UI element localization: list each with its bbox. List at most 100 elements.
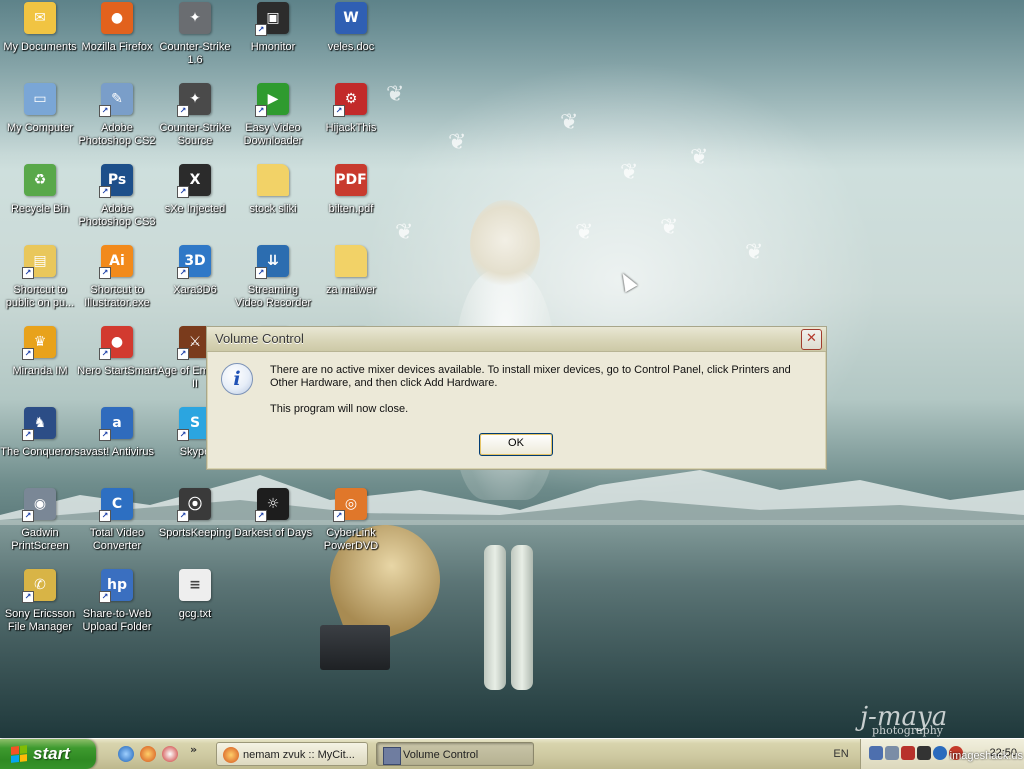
desktop-icon[interactable]: ✆ ↗ Sony Ericsson File Manager bbox=[0, 569, 80, 634]
shortcut-arrow-icon: ↗ bbox=[177, 510, 189, 522]
shortcut-arrow-icon: ↗ bbox=[255, 510, 267, 522]
desktop-icon[interactable]: stock sliki bbox=[233, 164, 313, 216]
shortcut-arrow-icon: ↗ bbox=[255, 105, 267, 117]
network-tray-icon[interactable] bbox=[869, 746, 883, 760]
display-tray-icon[interactable] bbox=[885, 746, 899, 760]
desktop-icon-label: My Documents bbox=[3, 41, 77, 53]
language-indicator[interactable]: EN bbox=[822, 739, 860, 769]
wallpaper-boot bbox=[484, 545, 506, 690]
counter-strike-source-icon: ✦ ↗ bbox=[177, 83, 211, 117]
desktop-icon[interactable]: ☼ ↗ Darkest of Days bbox=[233, 488, 313, 540]
shortcut-arrow-icon: ↗ bbox=[177, 267, 189, 279]
pdf-document-icon: PDF bbox=[335, 164, 367, 196]
shortcut-arrow-icon: ↗ bbox=[177, 348, 189, 360]
desktop-icon[interactable]: Wveles.doc bbox=[311, 2, 391, 54]
antivirus-tray-icon[interactable] bbox=[933, 746, 947, 760]
printscreen-icon: ◉ ↗ bbox=[22, 488, 56, 522]
desktop-icon[interactable]: ⚙ ↗ HijackThis bbox=[311, 83, 391, 135]
desktop-icon[interactable]: ✎ ↗ Adobe Photoshop CS2 bbox=[77, 83, 157, 148]
desktop-icon-label: Adobe Photoshop CS2 bbox=[78, 122, 156, 147]
shortcut-arrow-icon: ↗ bbox=[22, 348, 34, 360]
volume-control-dialog: Volume Control ✕ i There are no active m… bbox=[206, 326, 827, 470]
desktop-icon[interactable]: ⇊ ↗ Streaming Video Recorder bbox=[233, 245, 313, 310]
taskbar-button-firefox[interactable]: nemam zvuk :: MyCit... bbox=[216, 742, 368, 766]
folder-icon bbox=[257, 164, 289, 196]
nero-quicklaunch-icon[interactable] bbox=[162, 746, 178, 762]
darkest-of-days-icon: ☼ ↗ bbox=[255, 488, 289, 522]
desktop-icon[interactable]: ✉ My Documents bbox=[0, 2, 80, 54]
xara3d-icon: 3D ↗ bbox=[177, 245, 211, 279]
desktop-icon[interactable]: ▤ ↗ Shortcut to public on pu... bbox=[0, 245, 80, 310]
desktop-icon-label: Hmonitor bbox=[250, 41, 296, 53]
close-button[interactable]: ✕ bbox=[801, 329, 822, 350]
task-label: nemam zvuk :: MyCit... bbox=[243, 749, 355, 761]
desktop-icon-label: Xara3D6 bbox=[173, 284, 217, 296]
desktop-icon[interactable]: ▶ ↗ Easy Video Downloader bbox=[233, 83, 313, 148]
folder-documents-icon: ✉ bbox=[24, 2, 56, 34]
desktop-icon[interactable]: Ai ↗ Shortcut to Illustrator.exe bbox=[77, 245, 157, 310]
desktop-icon[interactable]: a ↗ avast! Antivirus bbox=[77, 407, 157, 459]
desktop-icon[interactable]: ≡ gcg.txt bbox=[155, 569, 235, 621]
dialog-message: There are no active mixer devices availa… bbox=[270, 364, 791, 389]
shortcut-arrow-icon: ↗ bbox=[22, 591, 34, 603]
signature-subtext: photography bbox=[872, 724, 943, 737]
start-label: start bbox=[33, 744, 70, 763]
desktop-icon-label: Total Video Converter bbox=[89, 527, 145, 552]
task-label: Volume Control bbox=[403, 749, 479, 761]
start-button[interactable]: start bbox=[0, 739, 96, 769]
desktop-icon-label: avast! Antivirus bbox=[80, 446, 154, 458]
sportskeeping-icon: ⦿ ↗ bbox=[177, 488, 211, 522]
desktop-icon[interactable]: Ps ↗ Adobe Photoshop CS3 bbox=[77, 164, 157, 229]
powerdvd-icon: ◎ ↗ bbox=[333, 488, 367, 522]
desktop-icon[interactable]: ♞ ↗ The Conquerors bbox=[0, 407, 80, 459]
shortcut-arrow-icon: ↗ bbox=[22, 267, 34, 279]
desktop-icon-label: Adobe Photoshop CS3 bbox=[78, 203, 156, 228]
desktop-icon[interactable]: za malwer bbox=[311, 245, 391, 297]
desktop-icon[interactable]: ◎ ↗ CyberLink PowerDVD bbox=[311, 488, 391, 553]
video-downloader-icon: ▶ ↗ bbox=[255, 83, 289, 117]
desktop-icon[interactable]: X ↗ sXe Injected bbox=[155, 164, 235, 216]
hp-share-icon: hp ↗ bbox=[99, 569, 133, 603]
desktop-icon[interactable]: ● ↗ Nero StartSmart bbox=[77, 326, 157, 378]
quicklaunch-chevron-icon[interactable]: » bbox=[190, 743, 197, 756]
desktop-icon-label: SportsKeeping bbox=[158, 527, 232, 539]
desktop-icon[interactable]: C ↗ Total Video Converter bbox=[77, 488, 157, 553]
monitor-tray-icon[interactable] bbox=[917, 746, 931, 760]
desktop-icon[interactable]: ♛ ↗ Miranda IM bbox=[0, 326, 80, 378]
desktop-icon[interactable]: ◉ ↗ Gadwin PrintScreen bbox=[0, 488, 80, 553]
sxe-injected-icon: X ↗ bbox=[177, 164, 211, 198]
information-icon: i bbox=[221, 363, 253, 395]
firefox-icon bbox=[223, 747, 239, 763]
nero-icon: ● ↗ bbox=[99, 326, 133, 360]
desktop-icon[interactable]: ✦ Counter-Strike 1.6 bbox=[155, 2, 235, 67]
desktop-icon[interactable]: hp ↗ Share-to-Web Upload Folder bbox=[77, 569, 157, 634]
desktop-icon[interactable]: 3D ↗ Xara3D6 bbox=[155, 245, 235, 297]
taskbar-button-volume-control[interactable]: Volume Control bbox=[376, 742, 534, 766]
desktop-icon[interactable]: ● Mozilla Firefox bbox=[77, 2, 157, 54]
speaker-tray-icon[interactable] bbox=[901, 746, 915, 760]
photoshop-cs2-icon: ✎ ↗ bbox=[99, 83, 133, 117]
desktop-icon[interactable]: PDF bilten.pdf bbox=[311, 164, 391, 216]
butterfly-decoration: ❦ bbox=[690, 145, 709, 170]
shortcut-arrow-icon: ↗ bbox=[333, 105, 345, 117]
desktop-icon[interactable]: ▣ ↗ Hmonitor bbox=[233, 2, 313, 54]
ie-quicklaunch-icon[interactable] bbox=[118, 746, 134, 762]
text-file-icon: ≡ bbox=[179, 569, 211, 601]
desktop-icon[interactable]: ▭ My Computer bbox=[0, 83, 80, 135]
desktop-icon[interactable]: ♻ Recycle Bin bbox=[0, 164, 80, 216]
desktop-icon-label: bilten.pdf bbox=[328, 203, 374, 215]
desktop-icon-label: Sony Ericsson File Manager bbox=[4, 608, 76, 633]
ok-button[interactable]: OK bbox=[479, 433, 553, 456]
shortcut-arrow-icon: ↗ bbox=[22, 510, 34, 522]
shortcut-arrow-icon: ↗ bbox=[99, 348, 111, 360]
desktop-icon[interactable]: ✦ ↗ Counter-Strike Source bbox=[155, 83, 235, 148]
wallpaper-signature: j-maya photography bbox=[860, 702, 947, 737]
shortcut-arrow-icon: ↗ bbox=[99, 591, 111, 603]
desktop-icon-label: za malwer bbox=[325, 284, 377, 296]
avast-icon: a ↗ bbox=[99, 407, 133, 441]
desktop-icon[interactable]: ⦿ ↗ SportsKeeping bbox=[155, 488, 235, 540]
word-document-icon: W bbox=[335, 2, 367, 34]
photoshop-cs3-icon: Ps ↗ bbox=[99, 164, 133, 198]
firefox-quicklaunch-icon[interactable] bbox=[140, 746, 156, 762]
dialog-titlebar[interactable]: Volume Control ✕ bbox=[207, 327, 826, 352]
